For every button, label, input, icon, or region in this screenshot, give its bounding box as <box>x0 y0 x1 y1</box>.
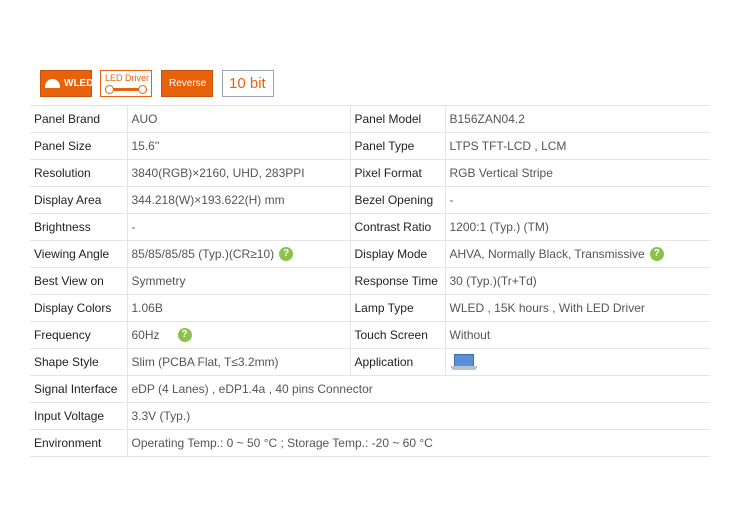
spec-label: Display Colors <box>30 294 127 322</box>
table-row: Environment Operating Temp.: 0 ~ 50 °C ;… <box>30 429 710 457</box>
spec-label: Panel Model <box>349 105 445 133</box>
spec-value-cell: 85/85/85/85 (Typ.)(CR≥10)? <box>126 240 350 268</box>
spec-value: 3840(RGB)×2160, UHD, 283PPI <box>126 159 350 187</box>
spec-label: Contrast Ratio <box>349 213 445 241</box>
spec-label: Input Voltage <box>30 402 127 430</box>
table-row: Panel Brand AUO Panel Model B156ZAN04.2 <box>30 105 710 133</box>
spec-label: Environment <box>30 429 127 457</box>
help-icon[interactable]: ? <box>279 247 294 262</box>
spec-value-cell: 60Hz? <box>126 321 350 349</box>
table-row: Resolution 3840(RGB)×2160, UHD, 283PPI P… <box>30 159 710 187</box>
led-driver-badge-label: LED Driver <box>105 73 150 83</box>
spec-value: 1200:1 (Typ.) (TM) <box>444 213 710 241</box>
led-driver-dot-right <box>138 85 147 94</box>
spec-label: Frequency <box>30 321 127 349</box>
table-row: Best View on Symmetry Response Time 30 (… <box>30 267 710 295</box>
reverse-badge-label: Reverse <box>169 78 207 89</box>
spec-value-cell: AHVA, Normally Black, Transmissive? <box>444 240 710 268</box>
spec-value: Slim (PCBA Flat, T≤3.2mm) <box>126 348 350 376</box>
table-row: Frequency 60Hz? Touch Screen Without <box>30 321 710 349</box>
spec-value: 85/85/85/85 (Typ.)(CR≥10) <box>131 246 275 261</box>
wled-icon <box>45 79 60 88</box>
spec-value: RGB Vertical Stripe <box>444 159 710 187</box>
spec-value: 60Hz <box>131 327 160 342</box>
spec-value: Without <box>444 321 710 349</box>
led-driver-dot-left <box>105 85 114 94</box>
spec-value: eDP (4 Lanes) , eDP1.4a , 40 pins Connec… <box>126 375 710 403</box>
table-row: Panel Size 15.6'' Panel Type LTPS TFT-LC… <box>30 132 710 160</box>
spec-value: - <box>444 186 710 214</box>
led-driver-badge: LED Driver <box>100 70 152 97</box>
table-row: Viewing Angle 85/85/85/85 (Typ.)(CR≥10)?… <box>30 240 710 268</box>
bit-depth-badge-label: 10 bit <box>229 75 266 92</box>
spec-value: 3.3V (Typ.) <box>126 402 710 430</box>
spec-value: 30 (Typ.)(Tr+Td) <box>444 267 710 295</box>
spec-value: 344.218(W)×193.622(H) mm <box>126 186 350 214</box>
spec-label: Viewing Angle <box>30 240 127 268</box>
laptop-icon <box>450 353 478 371</box>
laptop-base <box>450 366 477 370</box>
spec-label: Response Time <box>349 267 445 295</box>
spec-label: Display Area <box>30 186 127 214</box>
spec-label: Best View on <box>30 267 127 295</box>
spec-value: Operating Temp.: 0 ~ 50 °C ; Storage Tem… <box>126 429 710 457</box>
table-row: Display Colors 1.06B Lamp Type WLED , 15… <box>30 294 710 322</box>
spec-value: - <box>126 213 350 241</box>
table-row: Shape Style Slim (PCBA Flat, T≤3.2mm) Ap… <box>30 348 710 376</box>
spec-label: Pixel Format <box>349 159 445 187</box>
bit-depth-badge: 10 bit <box>222 70 274 97</box>
wled-badge: WLED <box>40 70 94 97</box>
spec-label: Brightness <box>30 213 127 241</box>
spec-value: 1.06B <box>126 294 350 322</box>
spec-value: LTPS TFT-LCD , LCM <box>444 132 710 160</box>
spec-label: Bezel Opening <box>349 186 445 214</box>
application-cell <box>444 348 710 376</box>
spec-value: Symmetry <box>126 267 350 295</box>
spec-label: Panel Size <box>30 132 127 160</box>
spec-label: Shape Style <box>30 348 127 376</box>
table-row: Brightness - Contrast Ratio 1200:1 (Typ.… <box>30 213 710 241</box>
spec-label: Panel Brand <box>30 105 127 133</box>
spec-label: Signal Interface <box>30 375 127 403</box>
help-icon[interactable]: ? <box>649 247 664 262</box>
spec-label: Lamp Type <box>349 294 445 322</box>
spec-value: AUO <box>126 105 350 133</box>
spec-value: WLED , 15K hours , With LED Driver <box>444 294 710 322</box>
spec-table: Panel Brand AUO Panel Model B156ZAN04.2 … <box>30 105 710 457</box>
spec-label: Resolution <box>30 159 127 187</box>
reverse-badge: Reverse <box>161 70 213 97</box>
spec-value: AHVA, Normally Black, Transmissive <box>449 246 645 261</box>
table-row: Input Voltage 3.3V (Typ.) <box>30 402 710 430</box>
spec-value: 15.6'' <box>126 132 350 160</box>
spec-label: Display Mode <box>349 240 445 268</box>
help-icon[interactable]: ? <box>177 328 192 343</box>
table-row: Display Area 344.218(W)×193.622(H) mm Be… <box>30 186 710 214</box>
spec-label: Panel Type <box>349 132 445 160</box>
wled-badge-label: WLED <box>64 78 94 89</box>
table-row: Signal Interface eDP (4 Lanes) , eDP1.4a… <box>30 375 710 403</box>
spec-value: B156ZAN04.2 <box>444 105 710 133</box>
spec-label: Touch Screen <box>349 321 445 349</box>
spec-label: Application <box>349 348 445 376</box>
